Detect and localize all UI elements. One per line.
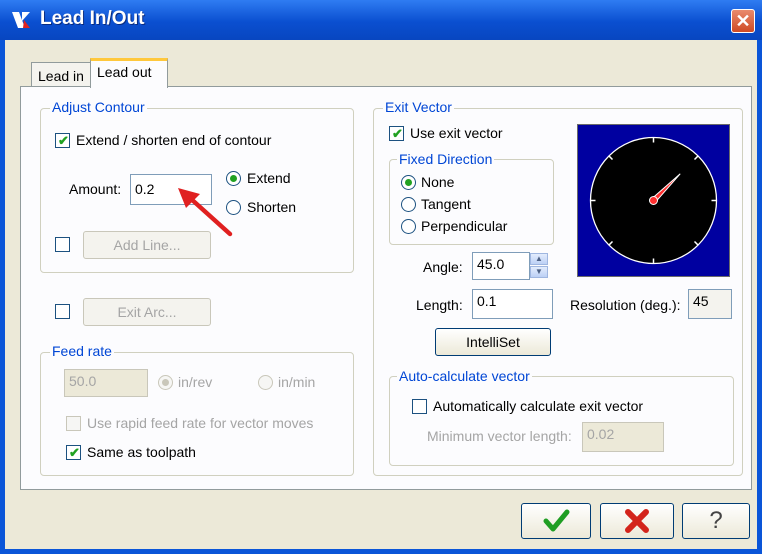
cancel-button[interactable] <box>600 503 674 539</box>
radio-dot-icon <box>230 175 237 182</box>
amount-label: Amount: <box>69 181 122 197</box>
auto-calculate-label: Automatically calculate exit vector <box>433 398 644 414</box>
in-min-label: in/min <box>278 374 316 390</box>
checkmark-icon: ✔ <box>69 445 80 460</box>
auto-calculate-group <box>389 376 734 466</box>
auto-calculate-checkbox[interactable] <box>412 399 427 414</box>
app-logo-icon <box>12 12 30 28</box>
red-x-icon <box>625 509 649 533</box>
use-exit-vector-checkbox[interactable]: ✔ <box>389 126 404 141</box>
min-vector-length-label: Minimum vector length: <box>427 428 572 444</box>
tab-lead-in[interactable]: Lead in <box>31 62 91 88</box>
perpendicular-label: Perpendicular <box>421 218 508 234</box>
annotation-arrow-icon <box>178 188 233 237</box>
none-label: None <box>421 174 455 190</box>
title-bar[interactable]: Lead In/Out ✕ <box>0 0 762 40</box>
none-radio[interactable] <box>401 175 416 190</box>
angle-spinner[interactable]: ▲ ▼ <box>530 253 550 279</box>
angle-input[interactable]: 45.0 <box>472 252 530 280</box>
spin-down-icon[interactable]: ▼ <box>530 266 548 278</box>
in-min-radio[interactable] <box>258 375 273 390</box>
compass-hub <box>649 196 658 205</box>
extend-shorten-checkbox[interactable]: ✔ <box>55 133 70 148</box>
resolution-input[interactable]: 45 <box>688 289 732 319</box>
window-title: Lead In/Out <box>40 8 145 29</box>
dialog-window: Lead In/Out ✕ Lead in Lead out Adjust Co… <box>0 0 762 554</box>
checkmark-icon: ✔ <box>58 133 69 148</box>
in-rev-label: in/rev <box>178 374 213 390</box>
spin-up-icon[interactable]: ▲ <box>530 253 548 265</box>
shorten-label: Shorten <box>247 199 297 215</box>
extend-label: Extend <box>247 170 291 186</box>
same-as-toolpath-checkbox[interactable]: ✔ <box>66 445 81 460</box>
extend-shorten-label: Extend / shorten end of contour <box>76 132 272 148</box>
fixed-direction-legend: Fixed Direction <box>397 151 495 167</box>
feed-rate-input[interactable]: 50.0 <box>64 369 148 397</box>
rapid-feed-checkbox[interactable] <box>66 416 81 431</box>
resolution-label: Resolution (deg.): <box>570 297 681 313</box>
compass-dial <box>589 136 718 265</box>
close-icon: ✕ <box>735 11 751 31</box>
exit-vector-compass[interactable] <box>577 124 730 277</box>
perpendicular-radio[interactable] <box>401 219 416 234</box>
adjust-contour-legend: Adjust Contour <box>50 99 147 115</box>
close-button[interactable]: ✕ <box>731 9 755 33</box>
tangent-label: Tangent <box>421 196 471 212</box>
ok-button[interactable] <box>521 503 591 539</box>
help-icon: ? <box>709 507 723 534</box>
rapid-feed-label: Use rapid feed rate for vector moves <box>87 415 314 431</box>
checkmark-icon <box>543 509 570 532</box>
feed-rate-legend: Feed rate <box>50 343 114 359</box>
tab-lead-out[interactable]: Lead out <box>90 58 168 88</box>
auto-calculate-legend: Auto-calculate vector <box>397 368 532 384</box>
in-rev-radio[interactable] <box>158 375 173 390</box>
radio-dot-icon <box>405 179 412 186</box>
help-button[interactable]: ? <box>682 503 750 539</box>
exit-arc-button[interactable]: Exit Arc... <box>83 298 211 326</box>
intelliset-button[interactable]: IntelliSet <box>435 328 551 356</box>
tangent-radio[interactable] <box>401 197 416 212</box>
checkmark-icon: ✔ <box>392 126 403 141</box>
min-vector-length-input[interactable]: 0.02 <box>582 422 664 452</box>
exit-vector-legend: Exit Vector <box>383 99 454 115</box>
exit-arc-checkbox[interactable] <box>55 304 70 319</box>
length-input[interactable]: 0.1 <box>472 289 553 319</box>
same-as-toolpath-label: Same as toolpath <box>87 444 196 460</box>
add-line-checkbox[interactable] <box>55 237 70 252</box>
length-label: Length: <box>416 297 463 313</box>
radio-dot-icon <box>162 379 169 386</box>
angle-label: Angle: <box>423 259 463 275</box>
use-exit-vector-label: Use exit vector <box>410 125 503 141</box>
